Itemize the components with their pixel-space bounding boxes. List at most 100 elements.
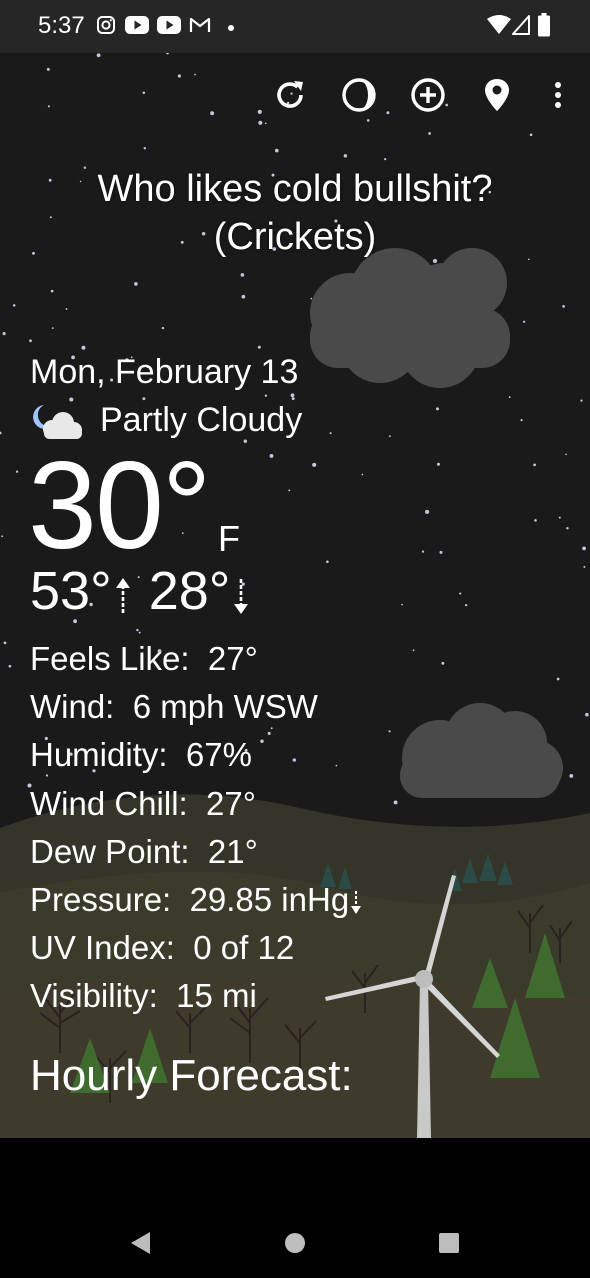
arrow-down-icon bbox=[234, 579, 249, 614]
star bbox=[459, 592, 462, 595]
star bbox=[441, 661, 445, 665]
star bbox=[366, 119, 370, 122]
detail-wind-chill: Wind Chill: 27° bbox=[30, 780, 363, 828]
detail-value: 27° bbox=[207, 640, 258, 677]
recents-icon[interactable] bbox=[438, 1232, 460, 1254]
star bbox=[65, 307, 68, 310]
detail-dew-point: Dew Point: 21° bbox=[30, 828, 363, 876]
star bbox=[435, 407, 440, 411]
detail-value: 67% bbox=[185, 736, 252, 774]
temperature-unit: F bbox=[218, 518, 240, 559]
star bbox=[12, 304, 16, 307]
star bbox=[161, 326, 165, 330]
star bbox=[522, 320, 526, 323]
star bbox=[533, 463, 536, 467]
star bbox=[264, 394, 268, 397]
star bbox=[241, 294, 246, 299]
star bbox=[47, 105, 50, 108]
star bbox=[439, 550, 443, 554]
star bbox=[143, 146, 147, 150]
star bbox=[569, 773, 574, 778]
youtube-icon bbox=[125, 16, 149, 34]
detail-label: Dew Point: bbox=[30, 832, 190, 870]
weather-scene: Who likes cold bullshit? (Crickets) Mon,… bbox=[0, 53, 590, 1138]
battery-icon bbox=[538, 13, 550, 37]
detail-pressure: Pressure: 29.85 inHg bbox=[30, 876, 363, 924]
detail-label: Wind Chill: bbox=[30, 784, 188, 822]
detail-label: UV Index: bbox=[30, 929, 175, 967]
detail-label: Humidity: bbox=[30, 736, 168, 774]
star bbox=[580, 399, 583, 402]
star bbox=[243, 439, 248, 443]
condition-text: Partly Cloudy bbox=[100, 401, 303, 439]
high-temperature: 53° bbox=[30, 561, 112, 621]
star bbox=[386, 111, 390, 115]
status-bar: 5:37 bbox=[0, 0, 590, 53]
star bbox=[269, 453, 274, 458]
star bbox=[50, 289, 54, 293]
star bbox=[529, 133, 533, 137]
star bbox=[465, 603, 468, 607]
moon-phase-icon[interactable] bbox=[339, 75, 379, 115]
detail-label: Visibility: bbox=[30, 977, 158, 1015]
star bbox=[556, 677, 560, 681]
detail-value: 29.85 inHg bbox=[189, 881, 350, 919]
star bbox=[388, 435, 391, 438]
back-icon[interactable] bbox=[128, 1230, 152, 1256]
add-location-icon[interactable] bbox=[408, 75, 448, 115]
detail-uv-index: UV Index: 0 of 12 bbox=[30, 924, 363, 972]
star bbox=[69, 397, 74, 402]
arrow-up-icon bbox=[115, 578, 130, 613]
star bbox=[388, 730, 391, 733]
detail-label: Wind: bbox=[30, 688, 115, 726]
hourly-forecast-title: Hourly Forecast: bbox=[30, 1051, 353, 1100]
star bbox=[562, 305, 565, 308]
star bbox=[425, 509, 430, 514]
star bbox=[582, 546, 586, 551]
headline-line-1: Who likes cold bullshit? bbox=[97, 168, 493, 210]
star bbox=[3, 641, 7, 645]
star bbox=[46, 67, 50, 71]
detail-value: 0 of 12 bbox=[193, 929, 295, 967]
detail-feels-like: Feels Like: 27° bbox=[30, 635, 363, 683]
weather-headline: Who likes cold bullshit? (Crickets) bbox=[0, 165, 590, 261]
star bbox=[401, 603, 403, 606]
star bbox=[393, 800, 398, 805]
star bbox=[310, 297, 313, 300]
star bbox=[96, 53, 101, 58]
star bbox=[326, 560, 329, 564]
detail-value: 15 mi bbox=[176, 977, 257, 1015]
home-icon[interactable] bbox=[284, 1232, 306, 1254]
star bbox=[343, 154, 348, 158]
star bbox=[329, 432, 332, 435]
refresh-icon[interactable] bbox=[270, 75, 310, 115]
star bbox=[565, 453, 567, 456]
more-vert-icon[interactable] bbox=[548, 75, 568, 115]
star bbox=[290, 393, 295, 398]
location-pin-icon[interactable] bbox=[477, 75, 517, 115]
detail-label: Pressure: bbox=[30, 881, 172, 919]
star bbox=[136, 628, 139, 632]
star bbox=[257, 109, 262, 114]
star bbox=[134, 282, 138, 286]
detail-value: 21° bbox=[207, 832, 258, 870]
low-temperature: 28° bbox=[148, 561, 231, 621]
gmail-icon bbox=[189, 17, 211, 32]
star bbox=[2, 332, 6, 336]
star bbox=[312, 462, 317, 467]
star bbox=[15, 470, 19, 473]
weather-details: Feels Like: 27° Wind: 6 mph WSW Humidity… bbox=[30, 635, 363, 1021]
star bbox=[520, 418, 523, 422]
navigation-bar bbox=[0, 1138, 590, 1278]
star bbox=[210, 111, 215, 116]
star bbox=[177, 74, 181, 78]
star bbox=[421, 550, 425, 553]
detail-visibility: Visibility: 15 mi bbox=[30, 972, 363, 1020]
star bbox=[412, 649, 415, 652]
youtube-icon bbox=[157, 16, 181, 34]
star bbox=[240, 273, 245, 277]
star bbox=[508, 396, 511, 399]
star bbox=[566, 526, 569, 530]
star bbox=[1, 535, 4, 538]
cell-signal-icon bbox=[512, 15, 530, 35]
